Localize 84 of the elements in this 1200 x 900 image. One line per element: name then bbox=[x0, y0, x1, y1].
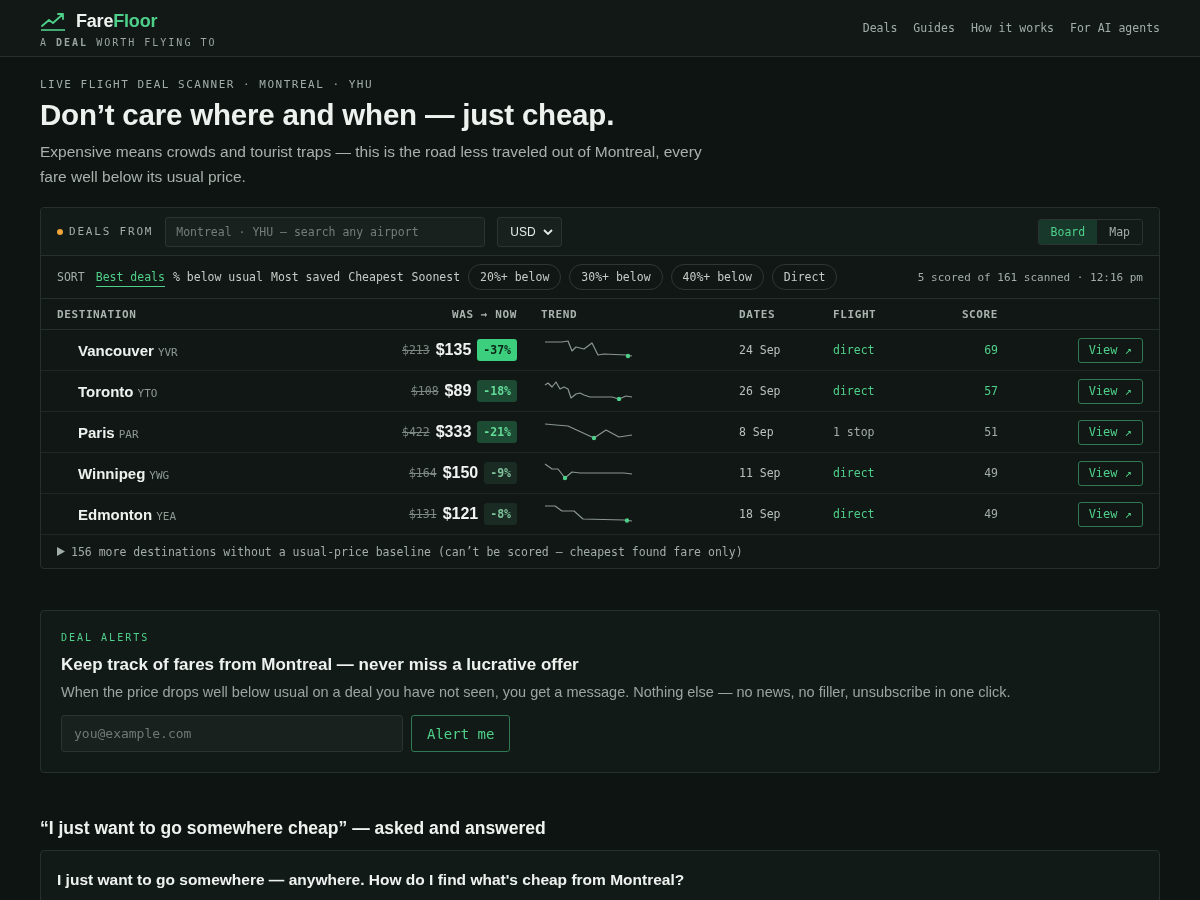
scan-summary: 5 scored of 161 scanned · 12:16 pm bbox=[917, 270, 1143, 284]
flight-type: direct bbox=[833, 343, 875, 357]
discount-badge: -9% bbox=[484, 462, 517, 484]
flight-type: 1 stop bbox=[833, 425, 875, 439]
trend-up-icon bbox=[40, 10, 66, 31]
view-button[interactable]: View ↗ bbox=[1077, 378, 1143, 404]
travel-date: 26 Sep bbox=[739, 384, 782, 398]
page-subtitle: Expensive means crowds and tourist traps — this is the road less traveled out of Montreal, every fare well below its usual price. bbox=[40, 142, 703, 187]
page-title: Don’t care where and when — just cheap. bbox=[40, 97, 616, 133]
view-button[interactable]: View ↗ bbox=[1077, 419, 1143, 445]
discount-badge: -8% bbox=[484, 503, 517, 525]
city-name: Vancouver bbox=[78, 341, 154, 359]
nav-link[interactable]: Deals bbox=[862, 21, 898, 35]
alert-button[interactable]: Alert me bbox=[411, 715, 511, 752]
sort-option[interactable]: % below usual bbox=[172, 267, 263, 287]
airport-search-field[interactable]: Montreal · YHU — search any airport bbox=[165, 216, 486, 247]
more-destinations-text: 156 more destinations without a usual-price baseline (can’t be scored — cheapest found fare only) bbox=[71, 544, 743, 559]
faq-question[interactable]: I just want to go somewhere — anywhere. How do I find what's cheap from Montreal? bbox=[57, 869, 1143, 891]
more-destinations-toggle[interactable]: 156 more destinations without a usual-price baseline (can’t be scored — cheapest found fare only) bbox=[41, 535, 1159, 568]
sort-option[interactable]: Cheapest bbox=[348, 267, 404, 287]
column-header: DESTINATION bbox=[57, 307, 138, 321]
city-name: Toronto bbox=[78, 382, 134, 400]
current-price: $333 bbox=[435, 423, 472, 441]
discount-badge: -37% bbox=[477, 339, 517, 361]
column-header: FLIGHT bbox=[833, 307, 878, 321]
deal-score: 49 bbox=[984, 466, 998, 480]
column-header: DATES bbox=[739, 307, 777, 321]
old-price: $108 bbox=[410, 384, 439, 398]
current-price: $135 bbox=[435, 341, 472, 359]
column-header: TREND bbox=[540, 307, 579, 321]
current-price: $150 bbox=[442, 464, 479, 482]
faq-heading: “I just want to go somewhere cheap” — asked and answered bbox=[40, 817, 547, 840]
deal-score: 49 bbox=[984, 507, 998, 521]
deal-score: 51 bbox=[984, 425, 998, 439]
nav-link[interactable]: For AI agents bbox=[1070, 21, 1160, 35]
old-price: $422 bbox=[402, 425, 430, 439]
travel-date: 18 Sep bbox=[739, 507, 782, 521]
flight-type: direct bbox=[833, 466, 875, 480]
view-button[interactable]: View ↗ bbox=[1077, 501, 1143, 527]
city-name: Winnipeg bbox=[78, 464, 146, 482]
airport-code: YTO bbox=[137, 386, 158, 400]
city-name: Edmonton bbox=[78, 505, 153, 523]
flight-type: direct bbox=[833, 507, 875, 521]
airport-code: YWG bbox=[149, 468, 170, 482]
section-label: DEAL ALERTS bbox=[61, 631, 151, 645]
sort-label: SORT bbox=[57, 270, 85, 284]
view-button[interactable]: View ↗ bbox=[1077, 460, 1143, 486]
sort-option[interactable]: Most saved bbox=[270, 267, 341, 287]
city-name: Paris bbox=[78, 423, 115, 441]
airport-code: YVR bbox=[157, 345, 178, 359]
nav-link[interactable]: Guides bbox=[913, 21, 955, 35]
email-field[interactable]: you@example.com bbox=[61, 715, 403, 752]
view-button[interactable]: View ↗ bbox=[1077, 337, 1143, 363]
deal-score: 69 bbox=[984, 343, 998, 357]
currency-select[interactable]: USD bbox=[497, 216, 562, 247]
view-tab[interactable]: Map bbox=[1097, 219, 1142, 244]
discount-badge: -21% bbox=[477, 421, 517, 443]
view-tab[interactable]: Board bbox=[1038, 219, 1098, 244]
old-price: $131 bbox=[408, 507, 437, 521]
sort-option[interactable]: Soonest bbox=[411, 267, 461, 287]
travel-date: 8 Sep bbox=[739, 425, 775, 439]
current-price: $121 bbox=[442, 505, 479, 523]
status-dot-icon bbox=[57, 228, 63, 235]
column-header: SCORE bbox=[961, 307, 998, 321]
deal-score: 57 bbox=[984, 384, 998, 398]
alerts-title: Keep track of fares from Montreal — never miss a lucrative offer bbox=[61, 654, 580, 676]
discount-badge: -18% bbox=[477, 380, 517, 402]
origin-label: DEALS FROM bbox=[69, 225, 154, 238]
airport-code: PAR bbox=[118, 427, 139, 441]
eyebrow-text: LIVE FLIGHT DEAL SCANNER · MONTREAL · YHU bbox=[40, 77, 375, 93]
current-price: $89 bbox=[444, 382, 472, 400]
old-price: $164 bbox=[408, 466, 437, 480]
travel-date: 11 Sep bbox=[739, 466, 782, 480]
nav-link[interactable]: How it works bbox=[970, 21, 1054, 35]
travel-date: 24 Sep bbox=[739, 343, 782, 357]
logo-text[interactable]: FareFloor bbox=[76, 9, 158, 32]
chevron-down-icon bbox=[542, 228, 553, 235]
airport-code: YEA bbox=[156, 509, 177, 523]
old-price: $213 bbox=[402, 343, 430, 357]
alerts-description: When the price drops well below usual on a deal you have not seen, you get a message. Nothing else — no news, no filler, unsubscribe in one click. bbox=[61, 683, 1012, 702]
flight-type: direct bbox=[833, 384, 875, 398]
column-header: WAS → NOW bbox=[452, 307, 517, 321]
sort-option[interactable]: Best deals bbox=[95, 267, 165, 287]
tagline: A DEAL WORTH FLYING TO bbox=[40, 35, 217, 49]
